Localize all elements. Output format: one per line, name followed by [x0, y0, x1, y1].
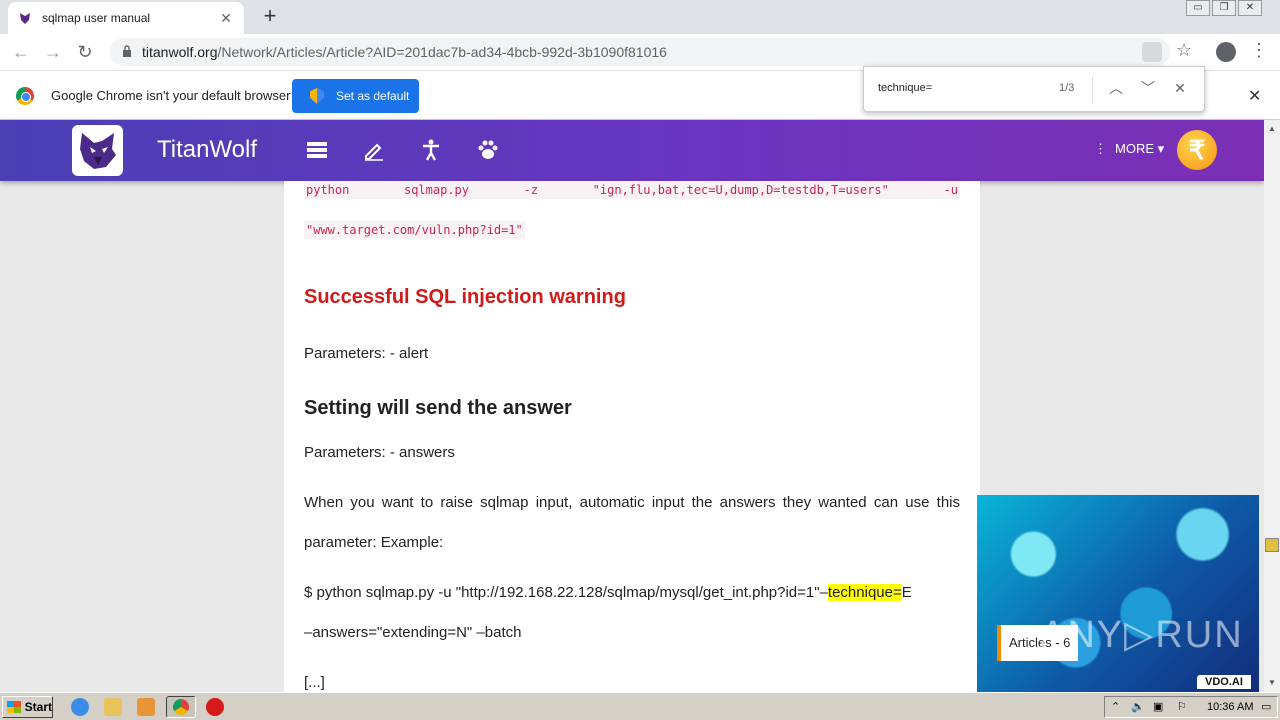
code-token: -u	[943, 183, 958, 197]
chrome-taskbar-icon	[173, 699, 189, 715]
example-suffix: E	[901, 584, 912, 601]
heading-warning: Successful SQL injection warning	[304, 286, 626, 308]
more-menu-button[interactable]: ⋮ MORE ▾	[1094, 141, 1164, 157]
stop-icon[interactable]	[206, 698, 224, 716]
url-host: titanwolf.org	[142, 44, 218, 60]
example-command-line-2: –answers="extending=N" –batch	[304, 624, 522, 641]
minimize-icon[interactable]: ▭	[1186, 0, 1210, 16]
heading-answer: Setting will send the answer	[304, 397, 572, 419]
description-line-2: parameter: Example:	[304, 534, 444, 551]
paw-icon[interactable]	[476, 138, 500, 162]
code-token: -z	[523, 183, 539, 197]
article-content: python sqlmap.py -z "ign,flu,bat,tec=U,d…	[284, 181, 980, 692]
code-token: python	[306, 183, 350, 197]
tab-sqlmap-manual[interactable]: sqlmap user manual ✕	[8, 2, 244, 34]
anyrun-watermark: ANY▷RUN	[1040, 614, 1244, 656]
url-text: titanwolf.org/Network/Articles/Article?A…	[142, 44, 667, 60]
browser-toolbar: ← → ↻ titanwolf.org/Network/Articles/Art…	[0, 34, 1280, 70]
vdo-ai-badge[interactable]: VDO.AI	[1197, 675, 1251, 689]
find-highlight: technique=	[827, 584, 902, 601]
rupee-coin-icon[interactable]: ₹	[1177, 130, 1217, 170]
show-desktop-icon[interactable]: ▭	[1261, 700, 1271, 713]
volume-icon[interactable]: 🔈	[1131, 700, 1145, 713]
forward-arrow-icon[interactable]: →	[42, 41, 64, 63]
lock-icon	[123, 45, 131, 57]
code-line-1: python sqlmap.py -z "ign,flu,bat,tec=U,d…	[304, 181, 960, 199]
windows-logo-icon	[7, 701, 21, 713]
more-label: MORE ▾	[1115, 141, 1165, 156]
find-bar: technique= 1/3 ︿ ﹀ ✕	[863, 66, 1205, 112]
infobar-message: Google Chrome isn't your default browser	[51, 88, 291, 103]
ie-icon[interactable]	[71, 698, 89, 716]
set-as-default-label: Set as default	[336, 89, 410, 103]
start-label: Start	[24, 700, 52, 714]
video-ad[interactable]: Articles - 6 VDO.AI	[977, 495, 1259, 692]
window-controls: ▭ ❐ ✕	[1184, 0, 1262, 18]
infobar-close-icon[interactable]: ✕	[1248, 86, 1261, 106]
back-arrow-icon[interactable]: ←	[10, 41, 32, 63]
site-header: TitanWolf ⋮ MORE ▾ ₹	[0, 120, 1264, 181]
scroll-down-arrow-icon[interactable]: ▼	[1264, 676, 1280, 690]
chrome-logo-icon	[16, 87, 34, 105]
wolf-logo-icon	[80, 133, 116, 169]
taskbar-clock[interactable]: 10:36 AM	[1207, 701, 1253, 713]
wolf-favicon-icon	[20, 13, 30, 24]
list-icon[interactable]	[305, 138, 329, 162]
tab-strip: sqlmap user manual ✕ + ▭ ❐ ✕	[0, 0, 1280, 34]
find-in-page-icon[interactable]	[1142, 42, 1162, 62]
tab-title: sqlmap user manual	[42, 11, 151, 25]
site-brand[interactable]: TitanWolf	[157, 136, 257, 164]
find-separator	[1092, 77, 1093, 103]
flag-icon[interactable]: ⚐	[1177, 700, 1187, 713]
param-answers: Parameters: - answers	[304, 444, 455, 461]
example-command: $ python sqlmap.py -u "http://192.168.22…	[304, 584, 912, 601]
reload-icon[interactable]: ↻	[74, 41, 96, 63]
scroll-thumb[interactable]	[1265, 538, 1279, 552]
restore-icon[interactable]: ❐	[1212, 0, 1236, 16]
windows-taskbar: Start ⌃ 🔈 ▣ ⚐ 10:36 AM ▭	[0, 692, 1280, 720]
more-kebab-icon: ⋮	[1094, 141, 1107, 156]
ellipsis: [...]	[304, 674, 325, 691]
find-close-icon[interactable]: ✕	[1170, 78, 1190, 98]
url-path: /Network/Articles/Article?AID=201dac7b-a…	[217, 44, 667, 60]
find-next-icon[interactable]: ﹀	[1138, 78, 1158, 98]
code-token: "ign,flu,bat,tec=U,dump,D=testdb,T=users…	[592, 183, 889, 197]
close-window-icon[interactable]: ✕	[1238, 0, 1262, 16]
tray-expand-icon[interactable]: ⌃	[1111, 700, 1120, 713]
param-alert: Parameters: - alert	[304, 345, 429, 362]
uac-shield-icon	[310, 88, 324, 104]
media-player-icon[interactable]	[137, 698, 155, 716]
scroll-up-arrow-icon[interactable]: ▲	[1264, 122, 1280, 136]
chrome-menu-icon[interactable]: ⋮	[1250, 40, 1268, 61]
code-token: sqlmap.py	[403, 183, 469, 197]
address-bar[interactable]: titanwolf.org/Network/Articles/Article?A…	[110, 38, 1170, 66]
new-tab-button[interactable]: +	[258, 4, 282, 28]
titanwolf-logo[interactable]	[72, 125, 123, 176]
pencil-icon[interactable]	[362, 138, 386, 162]
page-scrollbar[interactable]: ▲ ▼	[1264, 120, 1280, 692]
chrome-taskbar-button[interactable]	[166, 696, 196, 718]
system-tray: ⌃ 🔈 ▣ ⚐ 10:36 AM ▭	[1104, 696, 1278, 718]
find-match-count: 1/3	[1059, 82, 1075, 94]
set-as-default-button[interactable]: Set as default	[292, 79, 419, 113]
find-previous-icon[interactable]: ︿	[1106, 78, 1126, 98]
code-line-2: "www.target.com/vuln.php?id=1"	[304, 221, 525, 239]
accessibility-icon[interactable]	[419, 138, 443, 162]
profile-avatar-icon[interactable]	[1216, 42, 1236, 62]
tab-close-icon[interactable]: ✕	[218, 10, 234, 27]
description-line-1: When you want to raise sqlmap input, aut…	[304, 494, 960, 511]
network-icon[interactable]: ▣	[1153, 700, 1163, 713]
start-button[interactable]: Start	[2, 696, 53, 718]
find-input[interactable]: technique=	[878, 82, 932, 94]
example-prefix: $ python sqlmap.py -u "http://192.168.22…	[304, 584, 828, 601]
explorer-folder-icon[interactable]	[104, 698, 122, 716]
bookmark-star-icon[interactable]: ☆	[1176, 40, 1192, 61]
